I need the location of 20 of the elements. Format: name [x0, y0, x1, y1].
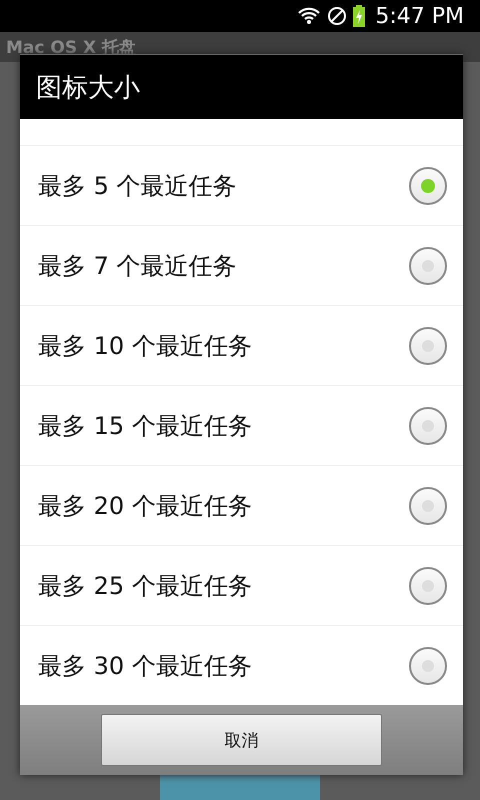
option-item[interactable]: 最多 15 个最近任务: [20, 386, 463, 466]
cancel-button[interactable]: 取消: [101, 714, 382, 766]
option-item[interactable]: 最多 25 个最近任务: [20, 546, 463, 626]
blocked-icon: [327, 6, 348, 26]
radio-button[interactable]: [409, 566, 447, 604]
option-item[interactable]: 最多 10 个最近任务: [20, 306, 463, 386]
radio-button[interactable]: [409, 646, 447, 684]
dialog-title: 图标大小: [36, 72, 140, 104]
radio-button[interactable]: [409, 166, 447, 204]
option-item[interactable]: 最多 5 个最近任务: [20, 146, 463, 226]
radio-button[interactable]: [409, 486, 447, 524]
battery-icon: [353, 5, 366, 27]
wifi-icon: [297, 5, 322, 27]
radio-button[interactable]: [409, 326, 447, 364]
radio-button[interactable]: [409, 246, 447, 284]
radio-button[interactable]: [409, 406, 447, 444]
status-time: 5:47 PM: [375, 4, 464, 28]
option-item[interactable]: 最多 30 个最近任务: [20, 626, 463, 705]
option-item[interactable]: 最多 7 个最近任务: [20, 226, 463, 306]
option-item[interactable]: 最多 20 个最近任务: [20, 466, 463, 546]
